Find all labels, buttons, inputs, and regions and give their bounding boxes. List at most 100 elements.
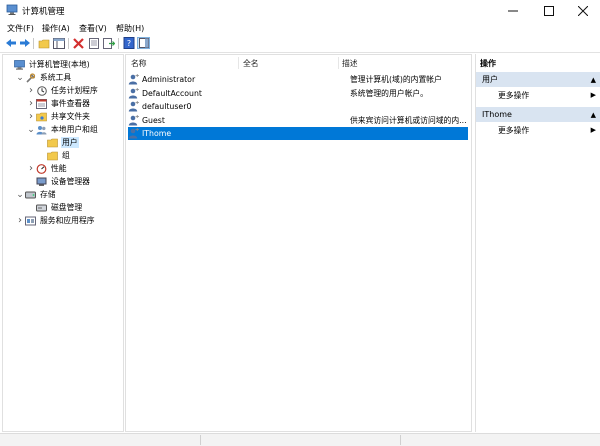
status-bar — [0, 433, 600, 446]
close-button[interactable] — [566, 0, 600, 21]
up-folder-button[interactable] — [37, 37, 50, 49]
console-tree-icon — [52, 37, 65, 49]
tree-item[interactable]: › 服务和应用程序 — [3, 214, 96, 227]
folder-icon — [47, 138, 58, 148]
user-description: 管理计算机(域)的内置帐户 — [350, 75, 442, 84]
user-icon — [128, 128, 140, 139]
column-separator[interactable] — [338, 57, 339, 69]
column-header-description[interactable]: 描述 — [342, 58, 358, 69]
user-name: DefaultAccount — [142, 88, 202, 98]
user-row[interactable]: defaultuser0 — [128, 100, 468, 113]
collapsed-chevron-icon[interactable]: › — [27, 111, 35, 122]
services-apps-icon — [25, 216, 36, 226]
tree-item-label: 磁盘管理 — [51, 203, 83, 212]
forward-button[interactable] — [18, 37, 31, 49]
tree-item-label: 存储 — [40, 190, 56, 199]
folder-icon — [47, 151, 58, 161]
user-description: 系统管理的用户帐户。 — [350, 88, 428, 98]
tree-item-label: 共享文件夹 — [51, 112, 90, 121]
svg-text:?: ? — [126, 39, 130, 48]
user-name: IThome — [142, 129, 172, 138]
expanded-chevron-icon[interactable]: ⌄ — [27, 125, 35, 134]
user-row[interactable]: Guest 供来宾访问计算机或访问域的内... — [128, 114, 468, 127]
action-pane-icon — [138, 38, 149, 48]
column-header-name[interactable]: 名称 — [131, 58, 147, 69]
submenu-arrow-icon: ▶ — [590, 126, 596, 134]
user-row[interactable]: Administrator 管理计算机(域)的内置帐户 — [128, 73, 468, 86]
computer-management-icon — [14, 59, 25, 70]
tree-item[interactable]: 组 — [3, 149, 71, 162]
more-actions-label: 更多操作 — [498, 125, 530, 135]
action-group-title: IThome — [482, 110, 512, 119]
maximize-button[interactable] — [532, 0, 566, 21]
event-viewer-icon — [36, 98, 47, 109]
tree-item-label: 服务和应用程序 — [40, 216, 95, 225]
help-button[interactable]: ? — [122, 37, 135, 49]
disk-management-icon — [36, 203, 47, 213]
properties-icon — [88, 37, 99, 49]
export-list-button[interactable] — [102, 37, 115, 49]
show-action-pane-button[interactable] — [137, 37, 150, 49]
properties-button[interactable] — [87, 37, 100, 49]
back-arrow-icon — [5, 39, 16, 47]
tree-item[interactable]: ⌄ 存储 — [3, 188, 57, 201]
tree-item[interactable]: › 事件查看器 — [3, 97, 91, 110]
user-name: Guest — [142, 115, 165, 125]
tree-item-label: 事件查看器 — [51, 99, 90, 108]
menu-file[interactable]: 文件(F) — [7, 23, 34, 34]
tree-item-label: 组 — [62, 151, 70, 160]
menu-view[interactable]: 查看(V) — [79, 23, 107, 34]
minimize-button[interactable] — [496, 0, 530, 21]
tree-item[interactable]: › 共享文件夹 — [3, 110, 91, 123]
more-actions-label: 更多操作 — [498, 90, 530, 100]
user-row[interactable]: DefaultAccount 系统管理的用户帐户。 — [128, 87, 468, 100]
tree-item[interactable]: ⌄ 本地用户和组 — [3, 123, 99, 136]
back-button[interactable] — [4, 37, 17, 49]
tree-item[interactable]: › 性能 — [3, 162, 68, 175]
tree-item[interactable]: › 任务计划程序 — [3, 84, 99, 97]
collapsed-chevron-icon[interactable]: › — [27, 85, 35, 96]
menu-action[interactable]: 操作(A) — [42, 23, 70, 34]
more-actions-ithome[interactable]: 更多操作 ▶ — [476, 123, 600, 137]
window-title: 计算机管理 — [22, 7, 65, 17]
task-scheduler-icon — [36, 85, 47, 96]
delete-button[interactable] — [72, 37, 85, 49]
user-name: Administrator — [142, 75, 196, 84]
show-hide-tree-button[interactable] — [52, 37, 65, 49]
collapse-up-icon: ▲ — [590, 75, 596, 84]
folder-up-icon — [38, 39, 49, 48]
toolbar-separator — [33, 38, 34, 49]
console-tree: 计算机管理(本地) ⌄ 系统工具 › 任务计划程序 › 事件查看器 › 共享文件夹 ⌄ 本地用户和组… — [2, 54, 124, 432]
system-tools-icon — [25, 72, 36, 83]
forward-arrow-icon — [19, 39, 30, 47]
user-row[interactable]: IThome — [128, 127, 468, 140]
help-book-icon: ? — [123, 37, 134, 49]
tree-item[interactable]: 设备管理器 — [3, 175, 91, 188]
user-list-pane: 名称 全名 描述 Administrator 管理计算机(域)的内置帐户 Defau… — [125, 54, 472, 432]
more-actions-users[interactable]: 更多操作 ▶ — [476, 88, 600, 102]
tree-item-label: 系统工具 — [40, 73, 72, 82]
expanded-chevron-icon[interactable]: ⌄ — [16, 190, 24, 199]
column-header-full-name[interactable]: 全名 — [243, 58, 259, 69]
close-icon — [578, 5, 588, 16]
action-group-ithome[interactable]: IThome ▲ — [476, 107, 600, 122]
status-separator — [200, 435, 201, 445]
toolbar-separator — [118, 38, 119, 49]
tree-item-label: 用户 — [61, 137, 79, 148]
tree-item[interactable]: 计算机管理(本地) — [3, 58, 91, 71]
expanded-chevron-icon[interactable]: ⌄ — [16, 73, 24, 82]
collapsed-chevron-icon[interactable]: › — [27, 163, 35, 174]
collapsed-chevron-icon[interactable]: › — [27, 98, 35, 109]
actions-pane: 操作 用户 ▲ 更多操作 ▶ IThome ▲ 更多操作 ▶ — [475, 54, 600, 432]
column-separator[interactable] — [238, 57, 239, 69]
tree-item[interactable]: 磁盘管理 — [3, 201, 83, 214]
tree-item-label: 本地用户和组 — [51, 125, 98, 134]
collapsed-chevron-icon[interactable]: › — [16, 215, 24, 226]
tree-item[interactable]: ⌄ 系统工具 — [3, 71, 72, 84]
action-group-users[interactable]: 用户 ▲ — [476, 72, 600, 87]
shared-folder-icon — [36, 112, 47, 122]
tree-item[interactable]: 用户 — [3, 136, 79, 149]
export-list-icon — [102, 37, 115, 49]
menu-help[interactable]: 帮助(H) — [116, 23, 144, 34]
storage-icon — [25, 190, 36, 200]
